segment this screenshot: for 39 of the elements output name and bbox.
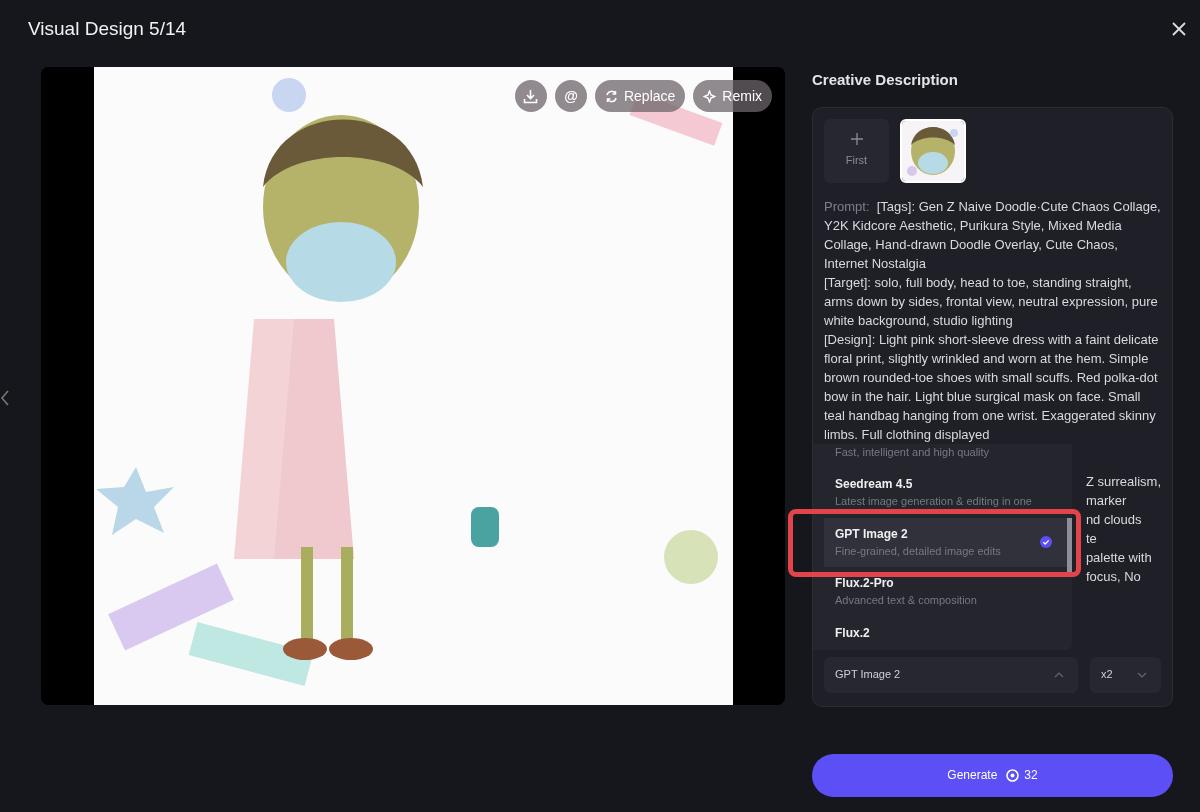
- scrollbar[interactable]: [1066, 517, 1072, 574]
- section-heading: Creative Description: [812, 70, 959, 90]
- caret-icon: [1054, 670, 1064, 679]
- model-option[interactable]: Flux.2-Pro Advanced text & composition: [813, 567, 1072, 617]
- previous-arrow-icon[interactable]: [0, 389, 10, 407]
- prompt-text-fragment: te: [1085, 529, 1098, 548]
- model-option[interactable]: Seedream 4.5 Latest image generation & editing in one: [813, 468, 1072, 518]
- model-description: Fast, intelligent and high quality: [835, 444, 991, 460]
- model-name: Flux.2-Pro: [835, 575, 895, 592]
- model-select[interactable]: GPT Image 2: [824, 656, 1078, 693]
- model-description: Advanced text & composition: [835, 593, 978, 608]
- dialog-title: Visual Design 5/14: [28, 16, 187, 41]
- prompt-text-fragment: nd clouds: [1085, 510, 1143, 529]
- remix-button[interactable]: Remix: [693, 80, 772, 112]
- count-select[interactable]: x2: [1090, 656, 1161, 693]
- prompt-paragraph: [Design]: Light pink short-sleeve dress with a faint delicate floral print, slightly wrinkled and worn at the hem. Simple brown rounded-toe shoes with small scuffs. Red polka-dot bow in the hair. Light blue surgical mask on face. Small teal handbag hanging from one wrist. Exaggerated skinny limbs. Full clothing displayed: [824, 330, 1160, 444]
- model-name: Seedream 4.5: [835, 476, 914, 493]
- close-icon[interactable]: [1172, 22, 1186, 36]
- prompt-text-fragment: Z surrealism,: [1085, 472, 1161, 491]
- add-frame-tile[interactable]: First: [824, 118, 889, 183]
- download-icon: [523, 88, 539, 104]
- model-option[interactable]: Flux.2: [813, 616, 1072, 650]
- caret-icon: [1137, 670, 1147, 679]
- check-icon: [1039, 535, 1052, 548]
- model-name: GPT Image 2: [835, 525, 909, 543]
- plus-icon: [850, 132, 863, 145]
- model-name: Flux.2: [835, 624, 871, 642]
- generate-button[interactable]: Generate 32: [812, 753, 1173, 797]
- prompt-paragraph: Prompt: [Tags]: Gen Z Naive Doodle·Cute Chaos Collage, Y2K Kidcore Aesthetic, Purikura Style, Mixed Media Collage, Hand-drawn Doodle Overlay, Cute Chaos, Internet Nostalgia: [824, 197, 1162, 273]
- model-option[interactable]: Fast, intelligent and high quality: [813, 443, 1072, 468]
- prompt-text-fragment: focus, No: [1085, 567, 1142, 586]
- prompt-text-fragment: marker: [1085, 491, 1128, 510]
- model-description: Latest image generation & editing in one: [835, 494, 1033, 509]
- prompt-paragraph: [Target]: solo, full body, head to toe, standing straight, arms down by sides, frontal view, neutral expression, pure white background, studio lighting: [824, 273, 1159, 330]
- prompt-text-fragment: palette with: [1085, 548, 1153, 567]
- sparkle-icon: [703, 89, 717, 103]
- model-description: Fine-grained, detailed image edits: [835, 543, 1001, 559]
- refresh-icon: [604, 89, 618, 103]
- coin-icon: [1006, 768, 1020, 782]
